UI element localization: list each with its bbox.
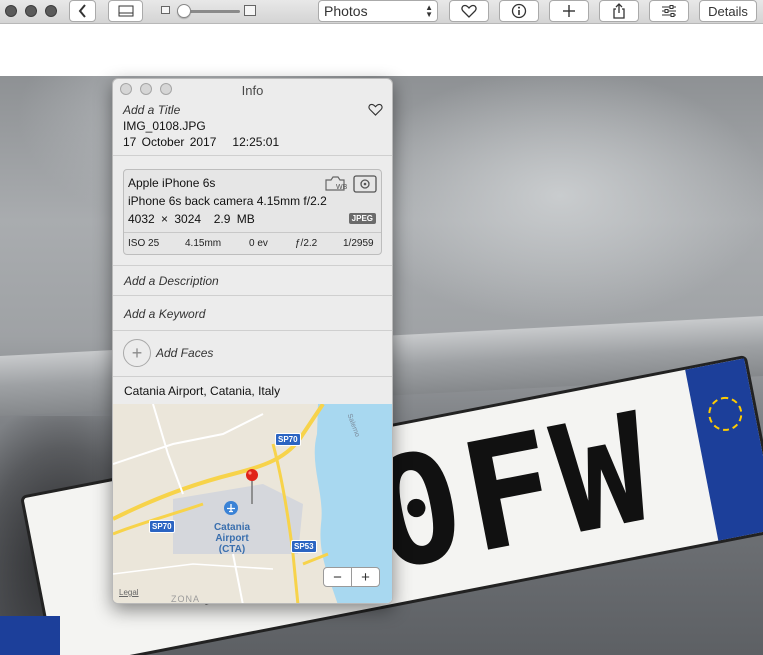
airport-label-line1: Catania <box>213 522 251 533</box>
description-field[interactable]: Add a Description <box>113 265 392 295</box>
heart-icon <box>461 4 477 18</box>
location-pin-icon[interactable] <box>245 468 259 506</box>
format-badge: JPEG <box>348 213 376 224</box>
window-minimize-button[interactable] <box>25 5 37 17</box>
info-panel: Info Add a Title IMG_0108.JPG 17 October… <box>112 78 393 604</box>
view-select[interactable]: Photos ▲ ▼ <box>318 0 438 22</box>
details-button[interactable]: Details <box>699 0 757 22</box>
exif-iso: ISO 25 <box>128 238 160 249</box>
date-time: 17 October 2017 12:25:01 <box>123 135 279 149</box>
map-zoom-controls: − + <box>323 567 380 587</box>
back-icon <box>78 4 86 18</box>
road-label-sp70-north: SP70 <box>275 433 301 446</box>
exif-shutter: 1/2959 <box>343 238 374 249</box>
svg-text:WB: WB <box>336 184 348 191</box>
info-panel-title: Info <box>241 83 264 98</box>
window-close-button[interactable] <box>5 5 17 17</box>
window-zoom-button[interactable] <box>45 5 57 17</box>
map-zoom-out-button[interactable]: − <box>324 568 351 586</box>
description-placeholder: Add a Description <box>124 274 219 288</box>
add-faces-label: Add Faces <box>156 346 214 360</box>
zoom-slider-knob[interactable] <box>177 4 191 18</box>
camera-lens: iPhone 6s back camera 4.15mm f/2.2 <box>128 194 327 208</box>
map-zoom-in-button[interactable]: + <box>351 568 379 586</box>
view-select-value: Photos <box>324 3 368 19</box>
file-size: 2.9 MB <box>213 212 255 226</box>
white-balance-icon: WB <box>325 176 348 191</box>
photos-app-window: Photos ▲ ▼ Details Z30FW Info Add a Titl… <box>0 0 763 655</box>
info-button[interactable] <box>499 0 539 22</box>
add-button[interactable] <box>549 0 589 22</box>
keyword-field[interactable]: Add a Keyword <box>113 295 392 330</box>
sidebar-icon <box>118 5 133 17</box>
sidebar-toggle-button[interactable] <box>108 0 143 22</box>
share-icon <box>613 3 625 19</box>
details-button-label: Details <box>708 3 748 19</box>
add-icon <box>563 5 575 17</box>
camera-model: Apple iPhone 6s <box>128 176 216 190</box>
camera-info-box: Apple iPhone 6s iPhone 6s back camera 4.… <box>123 169 382 255</box>
image-dimensions: 4032 × 3024 <box>128 212 202 226</box>
keyword-placeholder: Add a Keyword <box>124 307 206 321</box>
info-header: Add a Title IMG_0108.JPG 17 October 2017… <box>113 101 392 156</box>
select-arrows-icon: ▲ ▼ <box>425 3 433 19</box>
map-legal-link[interactable]: Legal <box>119 588 139 597</box>
zoom-large-icon <box>244 5 256 16</box>
adjust-button[interactable] <box>649 0 689 22</box>
add-faces-icon[interactable]: + <box>123 339 151 367</box>
toolbar: Photos ▲ ▼ Details <box>0 0 763 24</box>
zoom-small-icon <box>161 6 170 14</box>
back-button[interactable] <box>69 0 96 22</box>
airport-label: Catania Airport (CTA) <box>207 522 257 555</box>
filename: IMG_0108.JPG <box>123 119 206 133</box>
location-row: Catania Airport, Catania, Italy <box>113 376 392 404</box>
favorite-button[interactable] <box>449 0 489 22</box>
exif-row: ISO 25 4.15mm 0 ev ƒ/2.2 1/2959 <box>124 232 381 254</box>
info-icon <box>511 3 527 19</box>
zona-label: ZONA <box>171 594 201 604</box>
plate-eu-band <box>685 358 763 541</box>
add-title-field[interactable]: Add a Title <box>123 103 180 117</box>
metering-icon <box>353 175 377 193</box>
favorite-heart-icon[interactable] <box>368 103 383 116</box>
time: 12:25:01 <box>232 135 280 149</box>
airport-label-line3: (CTA) <box>218 544 246 555</box>
plate-eu-band-left <box>0 616 60 655</box>
exif-focal-length: 4.15mm <box>185 238 222 249</box>
adjust-icon <box>662 5 676 17</box>
exif-exposure-bias: 0 ev <box>249 238 268 249</box>
location-map[interactable]: SP70 SP70 SP53 Salerno Catania Airport (… <box>113 404 392 604</box>
add-faces-row[interactable]: + Add Faces <box>113 330 392 376</box>
location-text: Catania Airport, Catania, Italy <box>124 384 281 398</box>
road-label-sp70-west: SP70 <box>149 520 175 533</box>
image-size: 4032 × 3024 2.9 MB <box>128 212 255 226</box>
share-button[interactable] <box>599 0 639 22</box>
road-label-sp53: SP53 <box>291 540 317 553</box>
exif-aperture: ƒ/2.2 <box>295 238 318 249</box>
airport-icon <box>224 501 238 515</box>
date: 17 October 2017 <box>123 135 217 149</box>
airport-label-line2: Airport <box>215 533 249 544</box>
info-panel-titlebar[interactable]: Info <box>113 79 392 101</box>
